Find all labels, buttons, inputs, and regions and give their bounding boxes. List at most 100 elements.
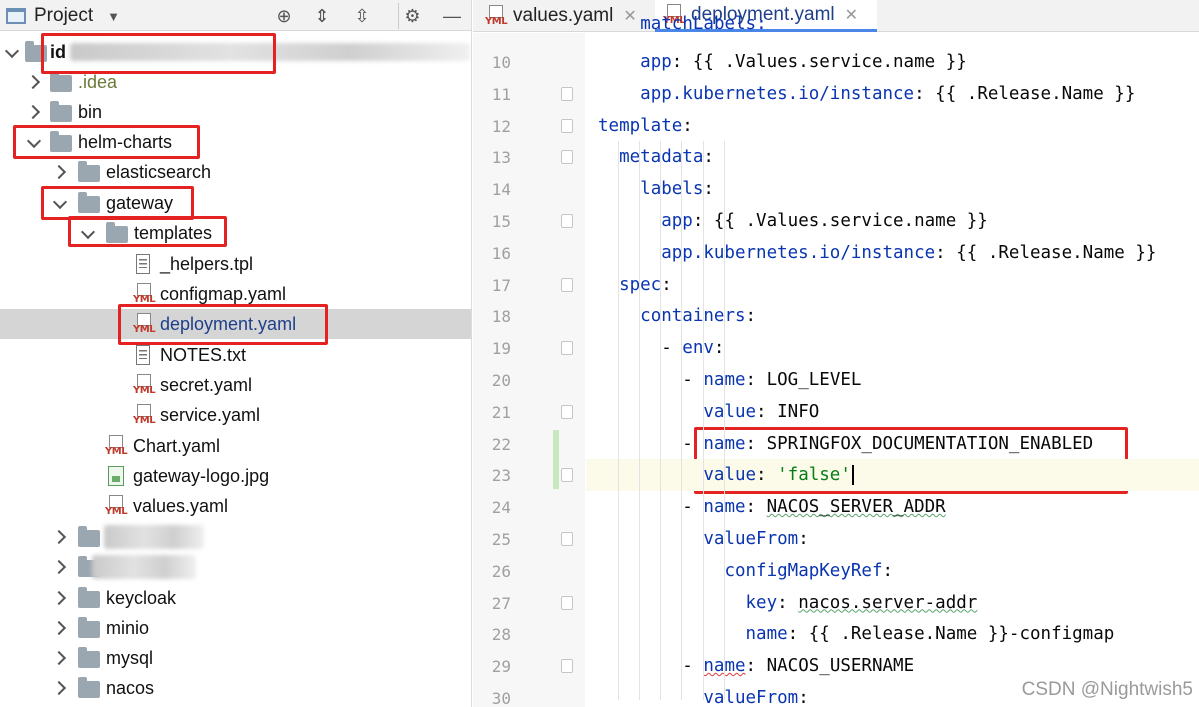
chevron-right-icon[interactable] [26,75,40,89]
close-icon[interactable]: ✕ [845,5,858,25]
code-line[interactable]: containers: [598,300,756,332]
line-number: 17 [491,275,511,295]
fold-marker-icon[interactable] [561,659,573,674]
line-number: 12 [491,116,511,136]
chevron-down-icon[interactable] [80,227,94,241]
chevron-right-icon[interactable] [52,165,66,179]
tree-item-values-yaml[interactable]: YML values.yaml [0,491,471,521]
code-line[interactable]: name: {{ .Release.Name }}-configmap [598,618,1115,650]
tree-item-service-yaml[interactable]: YML service.yaml [0,400,471,430]
tree-item-templates[interactable]: templates [0,218,471,248]
fold-marker-icon[interactable] [561,118,573,133]
line-number: 21 [491,402,511,422]
line-number: 16 [491,243,511,263]
folder-icon [78,161,100,182]
tree-item-redacted-2[interactable] [0,552,471,582]
fold-marker-icon[interactable] [561,277,573,292]
chevron-right-icon[interactable] [52,621,66,635]
tree-item-label: helm-charts [78,131,173,152]
tree-item-mysql[interactable]: mysql [0,643,471,673]
chevron-right-icon[interactable] [52,560,66,574]
project-view-selector[interactable]: Project ▼ [6,4,120,28]
tree-item-nacos[interactable]: nacos [0,673,471,703]
tree-item-gateway[interactable]: gateway [0,188,471,218]
fold-marker-icon[interactable] [561,86,573,101]
locate-icon[interactable]: ⊕ [270,3,298,29]
hide-icon[interactable]: — [438,3,466,29]
tree-item-gateway-logo[interactable]: gateway-logo.jpg [0,461,471,491]
fold-marker-icon[interactable] [561,532,573,546]
yaml-value: {{ .Release.Name }}-configmap [808,624,1115,645]
tree-item-notes-txt[interactable]: NOTES.txt [0,340,471,370]
folder-icon [50,71,72,92]
tree-item-deployment-yaml[interactable]: YML deployment.yaml [0,309,471,339]
line-number: 19 [491,339,511,359]
chevron-down-icon[interactable] [26,136,40,150]
folder-icon [50,101,72,122]
tree-item-helpers-tpl[interactable]: _helpers.tpl [0,249,471,279]
collapse-all-icon[interactable]: ⇳ [348,3,376,29]
tree-item-redacted-1[interactable] [0,522,471,552]
code-line[interactable]: app: {{ .Values.service.name }} [598,205,988,237]
fold-marker-icon[interactable] [561,595,573,610]
tree-item-label: service.yaml [160,404,261,425]
fold-marker-icon[interactable] [561,341,573,356]
code-line[interactable]: app.kubernetes.io/instance: {{ .Release.… [598,78,1135,110]
yaml-key: app.kubernetes.io/instance [640,83,915,104]
yaml-value: 'false' [777,465,851,486]
tree-item-elasticsearch[interactable]: elasticsearch [0,157,471,187]
chevron-right-icon[interactable] [52,530,66,544]
code-line[interactable]: - name: NACOS_USERNAME [598,650,914,682]
chevron-right-icon[interactable] [52,591,66,605]
yaml-key: valueFrom [703,529,799,549]
code-line[interactable]: - name: SPRINGFOX_DOCUMENTATION_ENABLED [598,428,1093,460]
tree-root[interactable]: id [0,37,471,67]
tree-item-secret-yaml[interactable]: YML secret.yaml [0,370,471,400]
settings-icon[interactable]: ⚙ [398,3,426,29]
tree-item-idea[interactable]: .idea [0,67,471,97]
tree-item-configmap-yaml[interactable]: YML configmap.yaml [0,279,471,309]
code-line[interactable]: value: 'false' [586,459,1199,492]
close-icon[interactable]: ✕ [623,6,636,26]
redacted-blur [70,43,470,61]
code-line[interactable]: metadata: [598,141,714,173]
fold-marker-icon[interactable] [561,150,573,165]
chevron-down-icon[interactable] [4,46,18,60]
tree-item-helm-charts[interactable]: helm-charts [0,127,471,157]
dropdown-icon[interactable]: ▼ [107,9,120,24]
tree-root-label: id [50,41,66,62]
chevron-right-icon[interactable] [26,105,40,119]
code-line[interactable]: key: nacos.server-addr [598,587,978,619]
yaml-file-icon: YML [105,435,128,457]
yaml-file-icon: YML [133,313,156,335]
code-line[interactable]: - name: LOG_LEVEL [598,364,861,396]
code-line[interactable]: - name: NACOS_SERVER_ADDR [598,491,946,523]
chevron-down-icon[interactable] [52,197,66,211]
tab-values-yaml[interactable]: YML values.yaml ✕ [485,0,645,32]
yaml-key: labels [640,179,704,200]
indent-guide [639,141,641,700]
chevron-right-icon[interactable] [52,681,66,695]
chevron-right-icon[interactable] [52,651,66,665]
code-line[interactable]: value: INFO [598,396,819,428]
expand-all-icon[interactable]: ⇕ [308,3,336,29]
tree-item-minio[interactable]: minio [0,613,471,643]
code-line[interactable]: app: {{ .Values.service.name }} [598,46,967,78]
yaml-value: nacos.server-addr [798,592,978,613]
fold-marker-icon[interactable] [561,214,573,228]
fold-marker-icon[interactable] [561,404,573,419]
tree-item-chart-yaml[interactable]: YML Chart.yaml [0,431,471,461]
code-line[interactable]: template: [598,110,693,142]
tree-item-label: gateway-logo.jpg [133,465,270,486]
tree-item-bin[interactable]: bin [0,97,471,127]
tab-label: values.yaml [513,5,614,26]
code-line[interactable]: labels: [598,173,714,205]
fold-marker-icon[interactable] [561,468,573,483]
yaml-key: configMapKeyRef [724,560,883,581]
yaml-value: NACOS_SERVER_ADDR [766,497,946,518]
vcs-change-marker[interactable] [553,429,559,490]
tree-item-keycloak[interactable]: keycloak [0,583,471,613]
code-editor[interactable]: YML values.yaml ✕ YML deployment.yaml ✕ … [473,0,1199,707]
code-line[interactable]: configMapKeyRef: [598,555,893,587]
line-number: 27 [491,593,511,613]
